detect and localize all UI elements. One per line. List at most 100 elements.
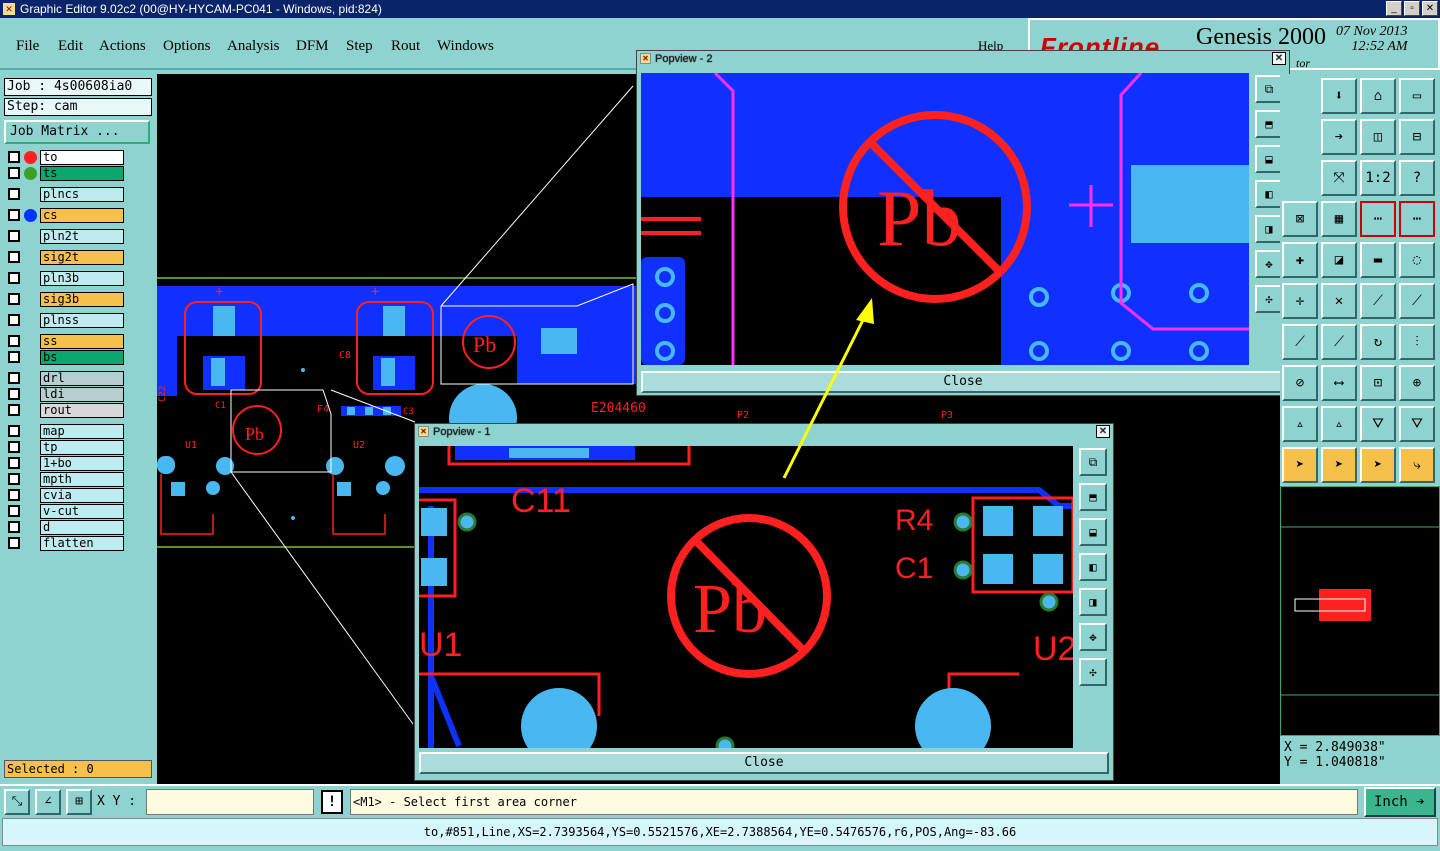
layer-name[interactable]: sig3b [40,292,124,307]
job-matrix-button[interactable]: Job Matrix ... [4,120,150,144]
tool-icon-35[interactable]: ⛛ [1360,406,1396,442]
popview-tool-icon-5[interactable]: ◨ [1255,215,1283,243]
units-selector[interactable]: Inch ➔ [1364,787,1436,817]
popview-tool-icon-3[interactable]: ⬓ [1255,145,1283,173]
tool-icon-12[interactable]: ? [1399,160,1435,196]
layer-name[interactable]: 1+bo [40,456,124,471]
zoom-area-icon[interactable]: ⤡ [4,789,30,815]
layer-checkbox[interactable] [8,521,20,533]
menu-dfm[interactable]: DFM [296,38,329,55]
tool-icon-24[interactable]: ⟋ [1399,283,1435,319]
close-window-button[interactable]: ✕ [1422,1,1438,16]
layer-name[interactable]: cvia [40,488,124,503]
tool-icon-3[interactable]: ⌂ [1360,78,1396,114]
tool-icon-26[interactable]: ⟋ [1321,324,1357,360]
layer-name[interactable]: ts [40,166,124,181]
layer-name[interactable]: bs [40,350,124,365]
layer-name[interactable]: tp [40,440,124,455]
popview-tool-icon-6[interactable]: ✥ [1255,250,1283,278]
tool-icon-7[interactable]: ◫ [1360,119,1396,155]
tool-icon-19[interactable]: ▬ [1360,242,1396,278]
popview-tool-icon-2[interactable]: ⬒ [1079,483,1107,511]
layer-name[interactable]: to [40,150,124,165]
layer-checkbox[interactable] [8,457,20,469]
layer-name[interactable]: flatten [40,536,124,551]
popview-1-view[interactable]: C11 R4 C1 U1 U2 Pb [419,446,1073,748]
layer-name[interactable]: ldi [40,387,124,402]
tool-icon-36[interactable]: ⛛ [1399,406,1435,442]
layer-name[interactable]: rout [40,403,124,418]
layer-row-pln2t[interactable]: pln2t [4,229,126,244]
layer-row-flatten[interactable]: flatten [4,536,126,551]
tool-icon-10[interactable]: ⤧ [1321,160,1357,196]
layer-row-pln3b[interactable]: pln3b [4,271,126,286]
popview-tool-icon-4[interactable]: ◧ [1255,180,1283,208]
tool-icon-23[interactable]: ⟋ [1360,283,1396,319]
layer-name[interactable]: plnss [40,313,124,328]
popview-2-close-icon[interactable]: ✕ [1272,52,1286,65]
layer-checkbox[interactable] [8,473,20,485]
tool-icon-15[interactable]: ⋯ [1360,201,1396,237]
layer-checkbox[interactable] [8,209,20,221]
tool-icon-18[interactable]: ◪ [1321,242,1357,278]
popview-tool-icon-4[interactable]: ◧ [1079,553,1107,581]
layer-row-plncs[interactable]: plncs [4,187,126,202]
tool-icon-34[interactable]: ▵ [1321,406,1357,442]
grid-snap-icon[interactable]: ⊞ [66,789,92,815]
tool-icon-8[interactable]: ⊟ [1399,119,1435,155]
tool-icon-20[interactable]: ◌ [1399,242,1435,278]
tool-icon-14[interactable]: ▦ [1321,201,1357,237]
tool-icon-39[interactable]: ➤ [1360,447,1396,483]
tool-icon-31[interactable]: ⊡ [1360,365,1396,401]
tool-icon-37[interactable]: ➤ [1282,447,1318,483]
layer-checkbox[interactable] [8,272,20,284]
tool-icon-33[interactable]: ▵ [1282,406,1318,442]
menu-analysis[interactable]: Analysis [227,38,280,55]
layer-name[interactable]: cs [40,208,124,223]
menu-rout[interactable]: Rout [391,38,420,55]
layer-checkbox[interactable] [8,335,20,347]
tool-icon-29[interactable]: ⊘ [1282,365,1318,401]
layer-row-drl[interactable]: drl [4,371,126,386]
alert-icon[interactable]: ! [321,790,343,814]
popview-1-close-button[interactable]: Close [419,752,1109,774]
layer-checkbox[interactable] [8,167,20,179]
tool-icon-22[interactable]: ✕ [1321,283,1357,319]
menu-edit[interactable]: Edit [58,38,83,55]
tool-icon-28[interactable]: ⫶ [1399,324,1435,360]
popview-tool-icon-1[interactable]: ⧉ [1255,75,1283,103]
maximize-button[interactable]: ▫ [1404,1,1420,16]
layer-row-rout[interactable]: rout [4,403,126,418]
layer-checkbox[interactable] [8,351,20,363]
layer-row-ldi[interactable]: ldi [4,387,126,402]
layer-row-to[interactable]: to [4,150,126,165]
layer-checkbox[interactable] [8,293,20,305]
tool-icon-40[interactable]: ⤷ [1399,447,1435,483]
layer-row-ts[interactable]: ts [4,166,126,181]
layer-name[interactable]: map [40,424,124,439]
layer-row-tp[interactable]: tp [4,440,126,455]
layer-checkbox[interactable] [8,441,20,453]
tool-icon-38[interactable]: ➤ [1321,447,1357,483]
tool-icon-11[interactable]: 1:2 [1360,160,1396,196]
popview-1-close-icon[interactable]: ✕ [1096,425,1110,438]
layer-name[interactable]: ss [40,334,124,349]
menu-file[interactable]: File [16,38,39,55]
layer-checkbox[interactable] [8,188,20,200]
layer-checkbox[interactable] [8,537,20,549]
tool-icon-13[interactable]: ⊠ [1282,201,1318,237]
popview-tool-icon-3[interactable]: ⬓ [1079,518,1107,546]
layer-row-plnss[interactable]: plnss [4,313,126,328]
layer-row-cvia[interactable]: cvia [4,488,126,503]
layer-checkbox[interactable] [8,230,20,242]
layer-checkbox[interactable] [8,388,20,400]
layer-row-bs[interactable]: bs [4,350,126,365]
layer-checkbox[interactable] [8,251,20,263]
xy-input[interactable] [146,789,314,815]
layer-row-mpth[interactable]: mpth [4,472,126,487]
layer-row-cs[interactable]: cs [4,208,126,223]
layer-checkbox[interactable] [8,151,20,163]
tool-icon-16[interactable]: ⋯ [1399,201,1435,237]
measure-icon[interactable]: ∠ [35,789,61,815]
layer-name[interactable]: sig2t [40,250,124,265]
